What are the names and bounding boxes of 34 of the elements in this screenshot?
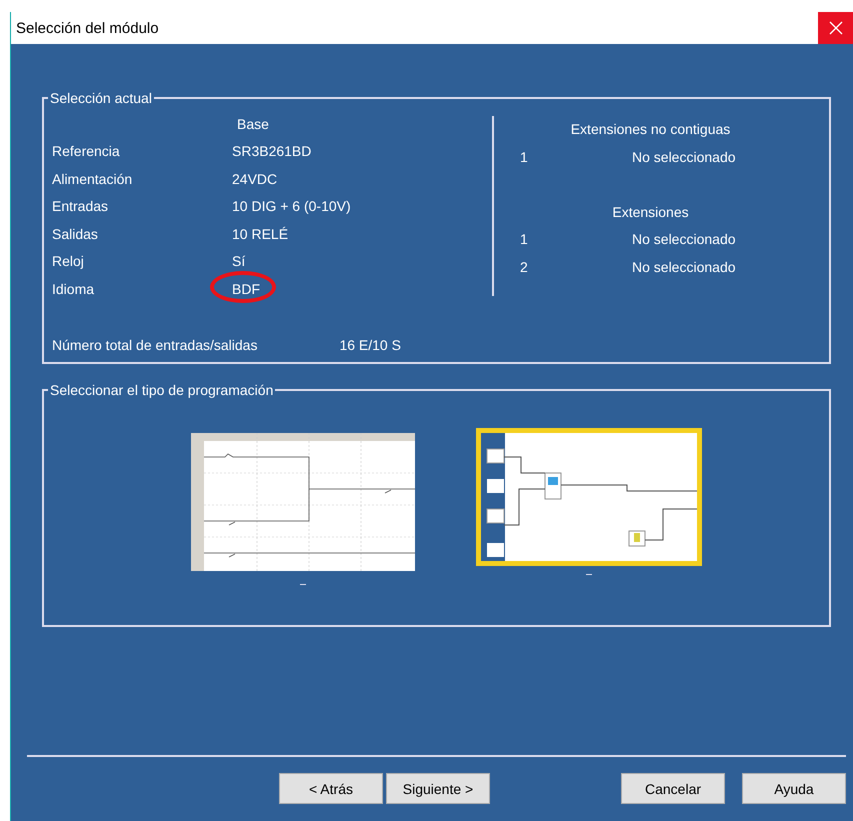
field-value: 10 DIG + 6 (0-10V)	[232, 198, 351, 214]
field-value: SR3B261BD	[232, 143, 312, 160]
close-icon	[828, 21, 842, 35]
field-label: Salidas	[52, 226, 99, 242]
field-value: BDF	[232, 280, 260, 297]
selection-dash	[300, 584, 306, 585]
field-label: Entradas	[52, 198, 110, 214]
extension-value: No seleccionado	[632, 148, 737, 165]
wizard-button[interactable]: Siguiente >	[386, 773, 490, 804]
field-label: Referencia	[52, 143, 121, 160]
dialog-button[interactable]: Cancelar	[621, 773, 725, 804]
extension-number: 1	[520, 148, 529, 165]
field-value: 24VDC	[232, 170, 278, 187]
extension-number: 2	[520, 258, 529, 275]
group-title: Seleccionar el tipo de programación	[49, 382, 274, 398]
window-title: Selección del módulo	[15, 20, 159, 36]
wizard-button[interactable]: < Atrás	[279, 773, 383, 804]
field-label: Idioma	[52, 280, 96, 297]
total-value: 16 E/10 S	[339, 336, 401, 352]
field-label: Reloj	[52, 253, 85, 270]
extension-number: 1	[520, 231, 529, 248]
group-title: Selección actual	[49, 90, 153, 106]
section-heading: Extensiones	[611, 202, 690, 222]
total-label: Número total de entradas/salidas	[52, 336, 258, 352]
column-heading: Base	[236, 116, 270, 132]
close-button[interactable]	[818, 12, 853, 44]
extension-value: No seleccionado	[632, 231, 737, 248]
dialog-button[interactable]: Ayuda	[742, 773, 846, 804]
field-label: Alimentación	[52, 170, 134, 187]
field-value: Sí	[232, 253, 246, 270]
extension-value: No seleccionado	[632, 258, 737, 275]
section-heading: Extensiones no contiguas	[570, 120, 732, 139]
selection-dash	[586, 574, 592, 575]
field-value: 10 RELÉ	[232, 226, 288, 242]
